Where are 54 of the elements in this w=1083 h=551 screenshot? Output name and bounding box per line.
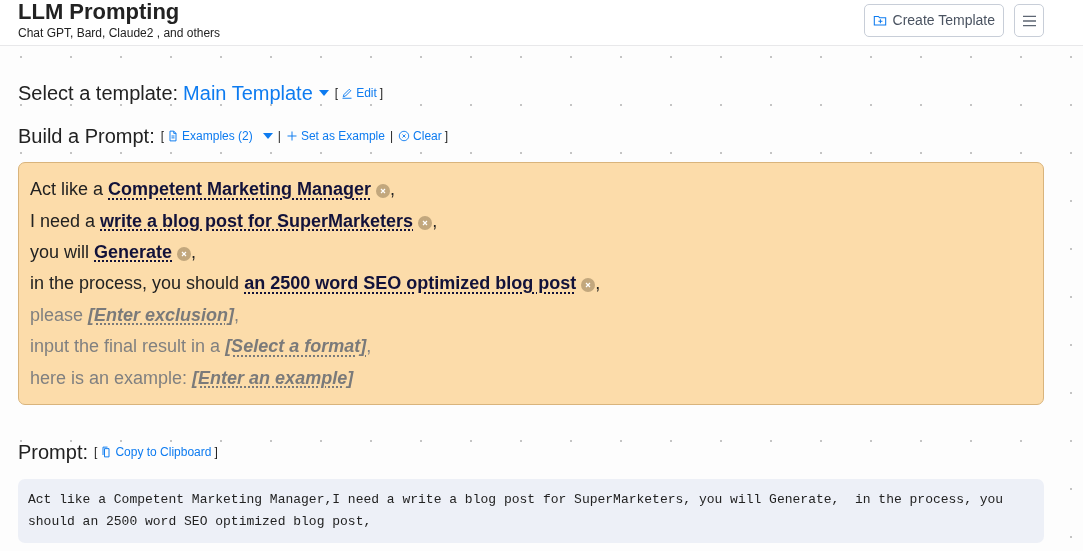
app-title: LLM Prompting (18, 0, 181, 24)
slot-placeholder[interactable]: [Select a format] (225, 333, 367, 361)
remove-icon[interactable] (418, 215, 433, 230)
prompt-text: in the process, you should (30, 272, 240, 296)
section-label: Build a Prompt: (18, 124, 155, 149)
template-dropdown[interactable]: Main Template (183, 78, 329, 108)
bracket: ] (444, 128, 449, 145)
clear-icon (398, 130, 411, 142)
comma: , (191, 240, 197, 264)
prompt-text: Act like a (30, 178, 104, 202)
remove-icon[interactable] (376, 184, 391, 199)
plus-icon (285, 130, 298, 142)
pencil-icon (341, 87, 354, 99)
bracket: ] (214, 443, 218, 461)
comma: , (390, 178, 396, 202)
slot-value[interactable]: Competent Marketing Manager (108, 176, 372, 204)
action-link[interactable]: Examples (2) (167, 127, 273, 145)
slot-value[interactable]: Generate (94, 238, 173, 266)
comma: , (234, 303, 240, 327)
section-label: Prompt: (18, 439, 89, 465)
prompt-text: please (30, 303, 84, 327)
create-template-button[interactable]: Create Template (863, 4, 1004, 37)
separator: | (389, 128, 394, 145)
remove-icon[interactable] (177, 246, 192, 261)
document-icon (167, 130, 180, 142)
separator: | (277, 128, 281, 145)
slot-value[interactable]: write a blog post for SuperMarketers (100, 207, 414, 235)
slot-placeholder[interactable]: [Enter exclusion] (88, 301, 235, 329)
bracket: ] (379, 85, 384, 102)
folder-icon (872, 14, 887, 27)
remove-icon[interactable] (581, 278, 596, 293)
menu-icon (1022, 14, 1036, 27)
action-link[interactable]: Set as Example (285, 127, 385, 145)
action-link[interactable]: Copy to Clipboard (100, 442, 212, 461)
action-link[interactable]: Edit (341, 84, 377, 102)
copy-icon (100, 445, 113, 458)
prompt-text: I need a (30, 209, 96, 233)
bracket: [ (160, 128, 165, 145)
menu-button[interactable] (1014, 4, 1044, 37)
comma: , (366, 335, 372, 359)
prompt-text: you will (30, 240, 90, 264)
bracket: [ (334, 85, 339, 102)
prompt-output: Act like a Competent Marketing Manager,I need a write a blog post for SuperMarketers, you will Generate, in the process, you should an 2500 word SEO optimized blog post, (18, 478, 1044, 543)
section-label: Select a template: (18, 81, 179, 106)
comma: , (432, 209, 438, 233)
slot-placeholder[interactable]: [Enter an example] (192, 364, 354, 392)
app-subtitle: Chat GPT, Bard, Claude2 , and others (18, 25, 221, 41)
prompt-text: here is an example: (30, 366, 188, 390)
prompt-text: input the final result in a (30, 335, 221, 359)
action-link[interactable]: Clear (398, 127, 442, 145)
caret-icon (318, 90, 329, 96)
slot-value[interactable]: an 2500 word SEO optimized blog post (244, 270, 577, 298)
bracket: [ (94, 443, 98, 461)
comma: , (595, 272, 601, 296)
